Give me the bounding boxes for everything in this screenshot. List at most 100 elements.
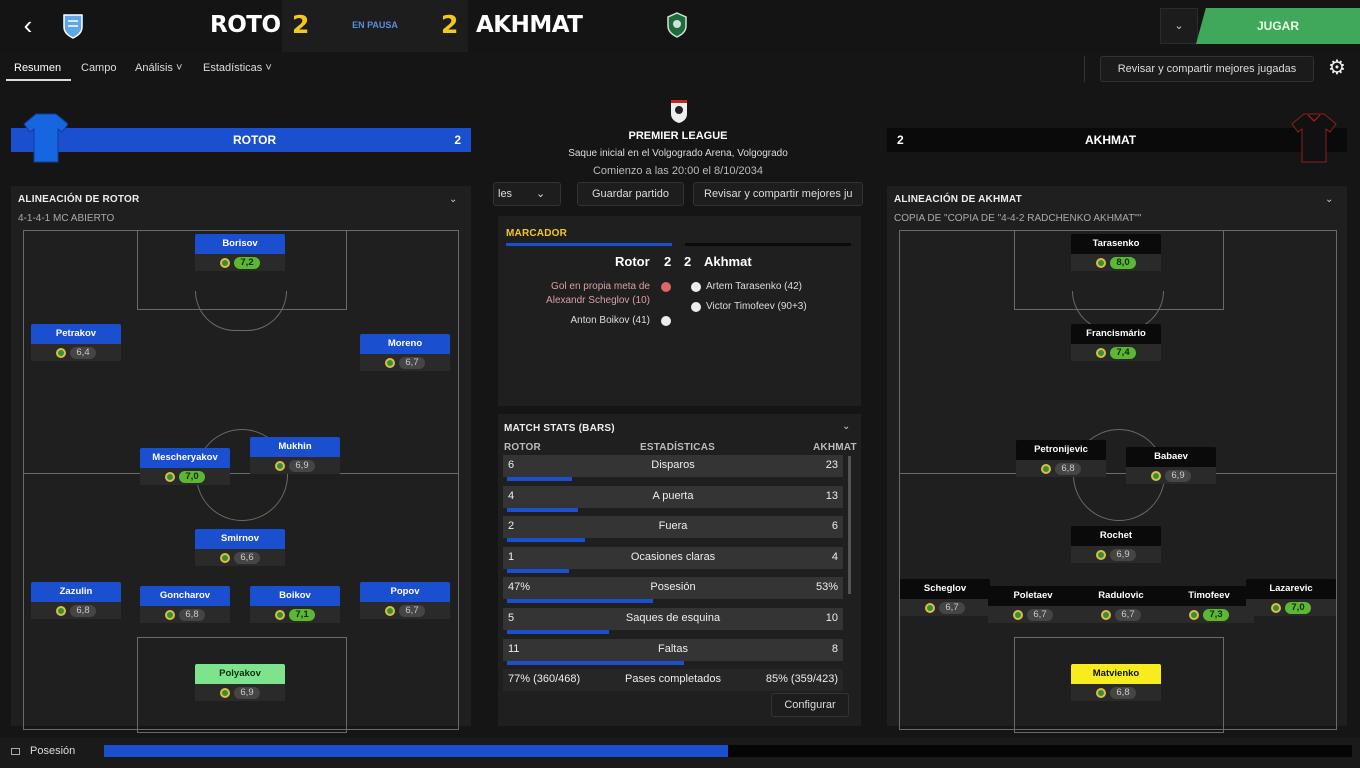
ball-icon — [691, 302, 701, 312]
tab-summary[interactable]: Resumen — [14, 62, 61, 74]
away-lineup-panel: ALINEACIÓN DE AKHMAT COPIA DE "COPIA DE … — [887, 186, 1347, 733]
player-card[interactable]: Francismário 7,4 — [1071, 324, 1161, 361]
away-team-name: AKHMAT — [476, 12, 583, 38]
play-button[interactable]: JUGAR — [1196, 8, 1360, 44]
stat-away-value: 4 — [831, 550, 838, 563]
player-card[interactable]: Popov 6,7 — [360, 582, 450, 619]
player-card[interactable]: Scheglov 6,7 — [900, 579, 990, 616]
stat-away-value: 23 — [825, 459, 838, 471]
away-color-strip — [685, 243, 851, 246]
player-card[interactable]: Moreno 6,7 — [360, 334, 450, 371]
player-card[interactable]: Goncharov 6,8 — [140, 586, 230, 623]
away-score: 2 — [441, 10, 459, 39]
player-card[interactable]: Poletaev 6,7 — [988, 586, 1078, 623]
player-card[interactable]: Petrakov 6,4 — [31, 324, 121, 361]
player-card[interactable]: Rochet 6,9 — [1071, 526, 1161, 563]
tab-pitch[interactable]: Campo — [81, 62, 116, 74]
home-event: Gol en propia meta de — [551, 281, 650, 292]
stats-col-away: AKHMAT — [813, 442, 857, 453]
home-bar-score: 2 — [454, 133, 461, 147]
possession-track — [104, 745, 1352, 757]
stats-title: MATCH STATS (BARS) — [504, 423, 615, 434]
scoreboard-home-score: 2 — [664, 254, 672, 269]
away-formation: COPIA DE "COPIA DE "4-4-2 RADCHENKO AKHM… — [894, 213, 1142, 224]
player-card[interactable]: Matvienko 6,8 — [1071, 664, 1161, 701]
player-card[interactable]: Polyakov 6,9 — [195, 664, 285, 701]
stat-row: 11 Faltas 8 — [503, 638, 843, 665]
stat-away-value: 13 — [825, 489, 838, 502]
chevron-down-icon[interactable]: ⌄ — [1160, 8, 1198, 44]
chevron-down-icon[interactable]: ⌄ — [1325, 194, 1333, 205]
top-bar: ‹ ROTOR 2 EN PAUSA 2 AKHMAT ⌄ JUGAR — [0, 0, 1360, 52]
player-card[interactable]: Zazulin 6,8 — [31, 582, 121, 619]
stat-row: 6 Disparos 23 — [503, 455, 843, 481]
home-event: Alexandr Scheglov (10) — [546, 295, 650, 306]
away-lineup-title: ALINEACIÓN DE AKHMAT — [894, 194, 1022, 205]
gear-icon[interactable]: ⚙ — [1322, 56, 1352, 82]
tab-analysis[interactable]: Análisis ˅ — [135, 62, 182, 74]
ball-icon — [691, 282, 701, 292]
away-shirt-icon — [1291, 113, 1337, 163]
home-score: 2 — [292, 10, 310, 39]
venue-text: Saque inicial en el Volgogrado Arena, Vo… — [568, 148, 788, 159]
review-highlights-button-center[interactable]: Revisar y compartir mejores ju — [693, 182, 863, 206]
stat-label: Posesión — [650, 581, 696, 594]
home-team-bar: ROTOR 2 — [11, 128, 471, 152]
stat-away-value: 85% (359/423) — [765, 673, 838, 686]
save-match-button[interactable]: Guardar partido — [577, 182, 684, 206]
stat-label: A puerta — [652, 489, 694, 502]
home-formation: 4-1-4-1 MC ABIERTO — [18, 213, 115, 224]
player-card[interactable]: Smirnov 6,6 — [195, 529, 285, 566]
scoreboard-home: Rotor — [615, 254, 650, 269]
competition-name: PREMIER LEAGUE — [628, 130, 728, 142]
stats-scrollbar[interactable] — [848, 456, 851, 594]
stat-away-value: 6 — [831, 520, 838, 533]
possession-icon — [11, 748, 20, 755]
player-card[interactable]: Mescheryakov 7,0 — [140, 448, 230, 485]
away-bar-name: AKHMAT — [1085, 133, 1137, 147]
home-pitch — [23, 230, 459, 733]
stat-row: 47% Posesión 53% — [503, 577, 843, 604]
possession-fill — [104, 745, 728, 757]
rotor-crest-icon — [63, 14, 83, 39]
scoreboard-header: 2 EN PAUSA 2 — [282, 0, 468, 52]
review-highlights-button[interactable]: Revisar y compartir mejores jugadas — [1100, 56, 1314, 82]
player-card[interactable]: Babaev 6,9 — [1126, 447, 1216, 484]
back-icon[interactable]: ‹ — [14, 12, 42, 40]
stat-row: 2 Fuera 6 — [503, 516, 843, 543]
player-card[interactable]: Radulovic 6,7 — [1076, 586, 1166, 623]
player-card[interactable]: Boikov 7,1 — [250, 586, 340, 623]
kickoff-text: Comienzo a las 20:00 el 8/10/2034 — [592, 165, 763, 177]
player-card[interactable]: Lazarevic 7,0 — [1246, 579, 1336, 616]
stat-away-value: 8 — [831, 642, 838, 655]
stat-bar — [507, 568, 569, 573]
league-logo-icon — [671, 100, 687, 123]
scoreboard-away-score: 2 — [684, 254, 692, 269]
footer-label: Posesión — [30, 745, 76, 757]
configure-button[interactable]: Configurar — [771, 693, 849, 717]
chevron-down-icon[interactable]: ⌄ — [449, 194, 457, 205]
player-card[interactable]: Timofeev 7,3 — [1164, 586, 1254, 623]
view-dropdown[interactable]: les ⌄ — [493, 182, 561, 206]
stat-row: 4A puerta 13 — [503, 485, 843, 512]
footer-bar: Posesión — [0, 738, 1360, 768]
away-event: Artem Tarasenko (42) — [706, 281, 802, 292]
away-team-bar: 2 AKHMAT — [887, 128, 1347, 152]
player-card[interactable]: Petronijevic 6,8 — [1016, 440, 1106, 477]
player-card[interactable]: Mukhin 6,9 — [250, 437, 340, 474]
stat-bar — [507, 660, 684, 665]
away-bar-score: 2 — [897, 133, 904, 147]
player-card[interactable]: Tarasenko 8,0 — [1071, 234, 1161, 271]
home-color-strip — [506, 243, 672, 246]
stat-bar — [507, 477, 573, 481]
home-shirt-icon — [23, 113, 69, 163]
scoreboard-away: Akhmat — [704, 254, 752, 269]
stat-label: Faltas — [658, 642, 688, 655]
stat-away-value: 53% — [815, 581, 838, 594]
tab-stats[interactable]: Estadísticas ˅ — [203, 62, 272, 74]
chevron-down-icon[interactable]: ⌄ — [842, 421, 850, 432]
chevron-down-icon: ⌄ — [536, 188, 546, 200]
scoreboard-title: MARCADOR — [506, 228, 568, 239]
player-card[interactable]: Borisov 7,2 — [195, 234, 285, 271]
stat-label: Ocasiones claras — [630, 550, 716, 563]
